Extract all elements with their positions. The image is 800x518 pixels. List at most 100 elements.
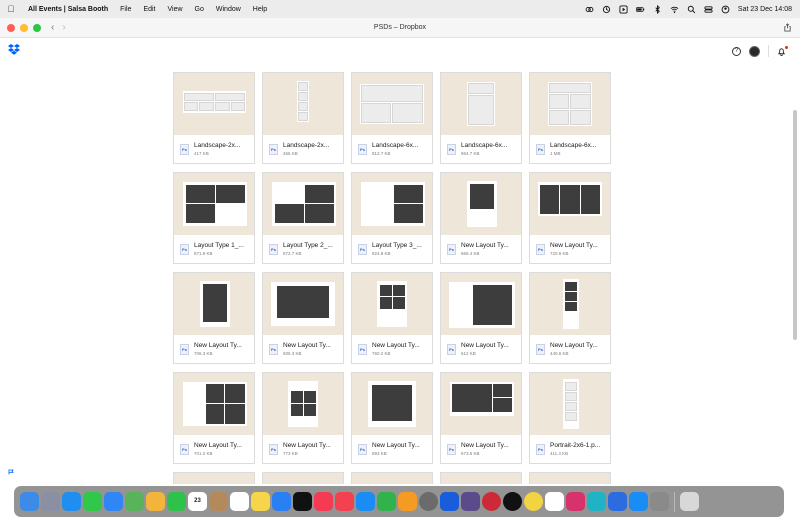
feedback-flag-icon[interactable] (8, 469, 14, 475)
dock-facetime-icon[interactable] (167, 492, 186, 511)
menubar-clock[interactable]: Sat 23 Dec 14:08 (738, 6, 792, 13)
file-card[interactable]: Ps New Layout Ty... 605.3 KB (262, 272, 344, 364)
dock-trash-icon[interactable] (680, 492, 699, 511)
dock-pages-icon[interactable] (398, 492, 417, 511)
file-name[interactable]: New Layout Ty... (372, 342, 420, 349)
file-name[interactable]: New Layout Ty... (461, 342, 509, 349)
share-icon[interactable] (783, 23, 792, 32)
file-name[interactable]: Landscape-6x... (372, 142, 418, 149)
menu-help[interactable]: Help (247, 6, 273, 13)
dock-messages-icon[interactable] (83, 492, 102, 511)
dock-canva-icon[interactable] (587, 492, 606, 511)
control-center-icon[interactable] (704, 5, 713, 14)
file-card-partial[interactable] (262, 472, 344, 484)
file-card[interactable]: Ps Landscape-6x... 812.7 KB (351, 72, 433, 164)
file-card[interactable]: Ps New Layout Ty... 612 KB (440, 272, 522, 364)
file-card[interactable]: Ps Landscape-6x... 864.7 KB (440, 72, 522, 164)
dock-notes-icon[interactable] (251, 492, 270, 511)
spotlight-search-icon[interactable] (687, 5, 696, 14)
file-card[interactable]: Ps Landscape-2x... 417 KB (173, 72, 255, 164)
menu-go[interactable]: Go (189, 6, 210, 13)
menu-app-name[interactable]: All Events | Salsa Booth (22, 6, 114, 13)
back-arrow-icon[interactable]: ‹ (51, 22, 54, 33)
file-name[interactable]: New Layout Ty... (194, 442, 242, 449)
dock-launchpad-icon[interactable] (41, 492, 60, 511)
close-window-button[interactable] (7, 23, 15, 32)
file-card-partial[interactable] (351, 472, 433, 484)
notifications-bell-icon[interactable] (777, 45, 788, 56)
file-card[interactable]: Ps Layout Type 2_... 872.7 KB (262, 172, 344, 264)
creative-cloud-icon[interactable] (585, 5, 594, 14)
dock-music-icon[interactable] (314, 492, 333, 511)
avatar[interactable] (749, 45, 760, 57)
dock-keynote-icon[interactable] (629, 492, 648, 511)
wifi-icon[interactable] (670, 5, 679, 14)
file-name[interactable]: Layout Type 2_... (283, 242, 333, 249)
dock-news-icon[interactable] (335, 492, 354, 511)
file-name[interactable]: New Layout Ty... (461, 442, 509, 449)
dock-alfred-icon[interactable] (461, 492, 480, 511)
dock-tv-icon[interactable] (293, 492, 312, 511)
dock-finder-icon[interactable] (20, 492, 39, 511)
file-name[interactable]: Portrait-2x6-1.p... (550, 442, 600, 449)
file-card[interactable]: Ps Layout Type 1_... 871.9 KB (173, 172, 255, 264)
file-name[interactable]: Layout Type 1_... (194, 242, 244, 249)
dock-photos-icon[interactable] (146, 492, 165, 511)
dock-amazon-icon[interactable] (545, 492, 564, 511)
file-card[interactable]: Ps Portrait-2x6-1.p... 411.4 KB (529, 372, 611, 464)
file-card-partial[interactable] (440, 472, 522, 484)
dock-screens-icon[interactable] (608, 492, 627, 511)
file-name[interactable]: Landscape-2x... (194, 142, 240, 149)
dock-reminders-icon[interactable] (230, 492, 249, 511)
zoom-window-button[interactable] (33, 23, 41, 32)
vertical-scrollbar[interactable] (793, 110, 797, 340)
file-name[interactable]: Landscape-2x... (283, 142, 329, 149)
dock-bitwarden-icon[interactable] (440, 492, 459, 511)
file-card[interactable]: Ps New Layout Ty... 893 KB (351, 372, 433, 464)
file-name[interactable]: New Layout Ty... (372, 442, 420, 449)
dock-safari-icon[interactable] (62, 492, 81, 511)
file-card[interactable]: Ps New Layout Ty... 706.3 KB (173, 272, 255, 364)
help-icon[interactable]: ? (732, 46, 741, 56)
forward-arrow-icon[interactable]: › (62, 22, 65, 33)
sync-icon[interactable] (602, 5, 611, 14)
apple-menu-icon[interactable]:  (0, 4, 22, 14)
file-card[interactable]: Ps New Layout Ty... 440.6 KB (529, 272, 611, 364)
battery-icon[interactable] (635, 5, 645, 14)
dock-contacts-icon[interactable] (209, 492, 228, 511)
file-name[interactable]: New Layout Ty... (283, 342, 331, 349)
file-name[interactable]: Landscape-6x... (550, 142, 596, 149)
file-name[interactable]: New Layout Ty... (550, 242, 598, 249)
file-card-partial[interactable] (529, 472, 611, 484)
file-card[interactable]: Ps New Layout Ty... 773 KB (262, 372, 344, 464)
media-play-icon[interactable] (619, 4, 628, 14)
dock-mail-icon[interactable] (104, 492, 123, 511)
file-card[interactable]: Ps New Layout Ty... 673.6 KB (440, 372, 522, 464)
file-name[interactable]: New Layout Ty... (461, 242, 509, 249)
minimize-window-button[interactable] (20, 23, 28, 32)
menu-view[interactable]: View (162, 6, 189, 13)
file-card-partial[interactable] (173, 472, 255, 484)
dock-maps-icon[interactable] (125, 492, 144, 511)
file-card[interactable]: Ps Landscape-6x... 1 MB (529, 72, 611, 164)
dock-freeform-icon[interactable] (272, 492, 291, 511)
menu-window[interactable]: Window (210, 6, 247, 13)
menu-file[interactable]: File (114, 6, 137, 13)
dock-opera-icon[interactable] (482, 492, 501, 511)
file-card[interactable]: Ps New Layout Ty... 760.2 KB (351, 272, 433, 364)
file-name[interactable]: New Layout Ty... (283, 442, 331, 449)
user-switcher-icon[interactable] (721, 5, 730, 14)
dock-numbers-icon[interactable] (377, 492, 396, 511)
file-name[interactable]: New Layout Ty... (194, 342, 242, 349)
dock-cleaner-icon[interactable] (650, 492, 669, 511)
dock-calendar-icon[interactable]: 23 (188, 492, 207, 511)
file-card[interactable]: Ps Layout Type 3_... 824.8 KB (351, 172, 433, 264)
file-card[interactable]: Ps New Layout Ty... 665.4 KB (440, 172, 522, 264)
bluetooth-icon[interactable] (653, 4, 662, 14)
file-name[interactable]: Landscape-6x... (461, 142, 507, 149)
dock-settings-icon[interactable] (419, 492, 438, 511)
file-name[interactable]: Layout Type 3_... (372, 242, 422, 249)
dropbox-logo-icon[interactable] (8, 44, 20, 55)
file-card[interactable]: Ps Landscape-2x... 466 KB (262, 72, 344, 164)
file-card[interactable]: Ps New Layout Ty... 701.2 KB (173, 372, 255, 464)
